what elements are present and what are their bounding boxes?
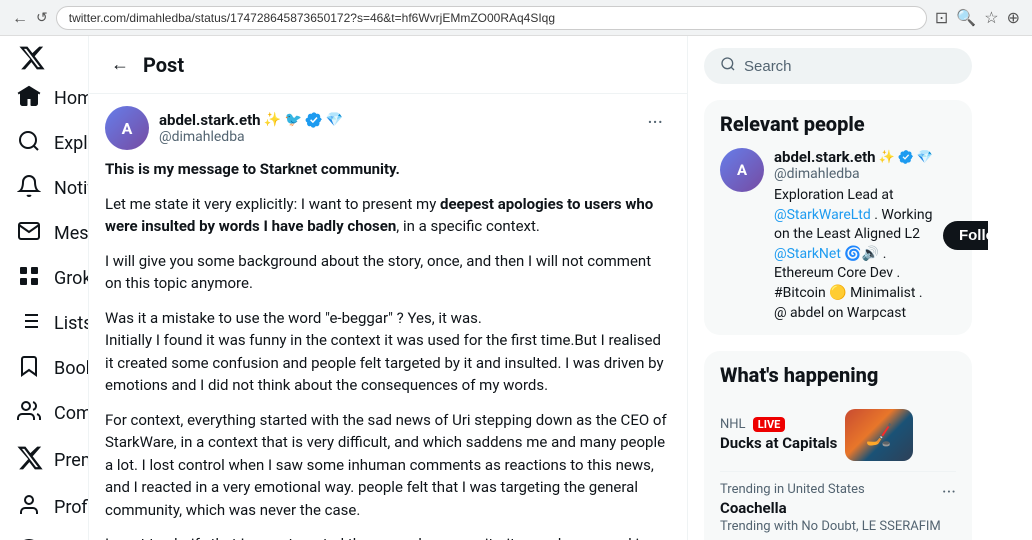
rel-person-info: abdel.stark.eth ✨ 💎 @dimahledba Explorat… (774, 148, 933, 323)
rel-person-badges: ✨ (879, 150, 895, 165)
communities-icon (16, 399, 42, 428)
sidebar: Home Explore Notifications Messages Grok (0, 36, 88, 540)
post-header: ← Post (89, 36, 687, 94)
sidebar-item-more[interactable]: More (4, 530, 84, 540)
happening-sub-coachella: Trending with No Doubt, LE SSERAFIM (720, 519, 942, 534)
tweet-container: A abdel.stark.eth ✨ 🐦 💎 @dimahledba ··· … (89, 94, 687, 540)
back-arrow-button[interactable]: ← (105, 48, 135, 81)
search-input[interactable] (744, 58, 956, 75)
sidebar-item-profile-label: Profile (54, 497, 88, 518)
sidebar-item-bookmarks[interactable]: Bookmarks (4, 346, 84, 391)
lists-icon (16, 309, 42, 338)
sidebar-item-grok[interactable]: Grok (4, 256, 84, 301)
sidebar-item-home[interactable]: Home (4, 76, 84, 121)
happening-title-ducks: Ducks at Capitals (720, 434, 837, 452)
cast-icon[interactable]: ⊡ (935, 8, 948, 27)
rel-person-avatar[interactable]: A (720, 148, 764, 192)
main-layout: Home Explore Notifications Messages Grok (0, 36, 1032, 540)
tweet-avatar[interactable]: A (105, 106, 149, 150)
sidebar-item-grok-label: Grok (54, 268, 88, 289)
tweet-badges: ✨ 🐦 (264, 112, 302, 128)
rel-person-diamond: 💎 (917, 150, 933, 165)
sidebar-item-messages[interactable]: Messages (4, 211, 84, 256)
happening-item-coachella[interactable]: Trending in United States Coachella Tren… (720, 472, 956, 540)
tweet-para-5: For context, everything started with the… (105, 409, 671, 522)
happening-item-ducks[interactable]: NHL LIVE Ducks at Capitals 🏒 (720, 399, 956, 472)
tweet-para-1: This is my message to Starknet community… (105, 158, 671, 181)
messages-icon (16, 219, 42, 248)
bookmark-star-icon[interactable]: ☆ (984, 8, 998, 27)
extensions-icon[interactable]: ⊕ (1007, 8, 1020, 27)
tweet-handle: @dimahledba (159, 129, 343, 145)
sidebar-item-premium[interactable]: Premium (4, 436, 84, 485)
twitter-logo[interactable] (8, 44, 56, 72)
happening-title-coachella: Coachella (720, 499, 942, 517)
relevant-people-title: Relevant people (720, 112, 956, 136)
notifications-icon (16, 174, 42, 203)
sidebar-item-lists-label: Lists (54, 313, 88, 334)
tweet-body: This is my message to Starknet community… (105, 158, 671, 540)
back-button[interactable]: ← (12, 8, 28, 28)
sidebar-item-bookmarks-label: Bookmarks (54, 358, 88, 379)
tweet-user-row: A abdel.stark.eth ✨ 🐦 💎 @dimahledba ··· (105, 106, 671, 150)
refresh-button[interactable]: ↺ (36, 10, 48, 26)
live-badge: LIVE (753, 417, 786, 432)
url-bar: ← ↺ ⊡ 🔍 ☆ ⊕ (0, 0, 1032, 36)
sidebar-item-home-label: Home (54, 88, 88, 109)
whats-happening-widget: What's happening NHL LIVE Ducks at Capit… (704, 351, 972, 540)
follow-button[interactable]: Follow (943, 221, 988, 250)
tweet-diamond-badge: 💎 (326, 112, 343, 128)
sidebar-item-notifications-label: Notifications (54, 178, 88, 199)
tweet-para-4: Was it a mistake to use the word "e-begg… (105, 307, 671, 397)
home-icon (16, 84, 42, 113)
happening-more-coachella[interactable]: ··· (942, 482, 956, 503)
sport-image: 🏒 (845, 409, 913, 461)
sidebar-item-notifications[interactable]: Notifications (4, 166, 84, 211)
rel-person-bio: Exploration Lead at @StarkWareLtd . Work… (774, 186, 933, 323)
search-icon (720, 56, 736, 76)
explore-icon (16, 129, 42, 158)
sidebar-item-messages-label: Messages (54, 223, 88, 244)
happening-meta-coachella: Trending in United States (720, 482, 942, 497)
tweet-name-row: abdel.stark.eth ✨ 🐦 💎 @dimahledba (159, 111, 343, 145)
sidebar-item-explore-label: Explore (54, 133, 88, 154)
sidebar-item-premium-label: Premium (54, 450, 88, 471)
search-box[interactable] (704, 48, 972, 84)
sidebar-item-lists[interactable]: Lists (4, 301, 84, 346)
tweet-para-2: Let me state it very explicitly: I want … (105, 193, 671, 238)
tweet-more-button[interactable]: ··· (639, 106, 671, 138)
profile-icon (16, 493, 42, 522)
center-column: ← Post A abdel.stark.eth ✨ 🐦 💎 @dimahled… (88, 36, 688, 540)
tweet-user-info: A abdel.stark.eth ✨ 🐦 💎 @dimahledba (105, 106, 343, 150)
sidebar-item-explore[interactable]: Explore (4, 121, 84, 166)
sidebar-item-communities[interactable]: Communities (4, 391, 84, 436)
sidebar-item-profile[interactable]: Profile (4, 485, 84, 530)
browser-toolbar-icons: ⊡ 🔍 ☆ ⊕ (935, 8, 1020, 27)
happening-meta-ducks: NHL LIVE (720, 417, 837, 432)
relevant-person: A abdel.stark.eth ✨ 💎 @dimahledba Explor… (720, 148, 956, 323)
relevant-people-widget: Relevant people A abdel.stark.eth ✨ 💎 @d… (704, 100, 972, 335)
grok-icon (16, 264, 42, 293)
premium-icon (16, 444, 42, 477)
tweet-para-6: I want to clarify that I never targeted … (105, 533, 671, 540)
tweet-display-name: abdel.stark.eth ✨ 🐦 💎 (159, 111, 343, 129)
right-sidebar: Relevant people A abdel.stark.eth ✨ 💎 @d… (688, 36, 988, 540)
whats-happening-title: What's happening (720, 363, 956, 387)
tweet-para-3: I will give you some background about th… (105, 250, 671, 295)
happening-item-content: NHL LIVE Ducks at Capitals 🏒 (720, 409, 913, 461)
rel-person-handle: @dimahledba (774, 166, 933, 182)
search-browser-icon[interactable]: 🔍 (956, 8, 976, 27)
rel-person-name: abdel.stark.eth ✨ 💎 (774, 148, 933, 166)
url-input[interactable] (56, 6, 927, 30)
bookmarks-icon (16, 354, 42, 383)
happening-item-text: NHL LIVE Ducks at Capitals (720, 417, 837, 454)
sidebar-item-communities-label: Communities (54, 403, 88, 424)
post-page-title: Post (143, 53, 184, 77)
happening-coachella-content: Trending in United States Coachella Tren… (720, 482, 942, 534)
